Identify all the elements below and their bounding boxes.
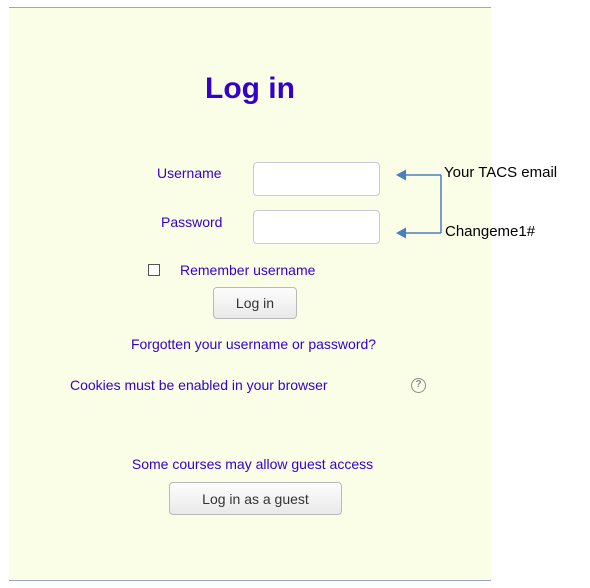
- login-as-guest-button[interactable]: Log in as a guest: [169, 482, 342, 515]
- guest-access-notice: Some courses may allow guest access: [131, 456, 374, 472]
- cookies-notice: Cookies must be enabled in your browser: [70, 377, 328, 393]
- page-title: Log in: [205, 72, 295, 105]
- arrow-left-icon: [396, 169, 441, 181]
- arrow-left-icon: [396, 227, 441, 239]
- username-label: Username: [157, 165, 222, 181]
- username-input[interactable]: [253, 162, 380, 196]
- remember-username-label: Remember username: [180, 262, 316, 278]
- remember-username-checkbox[interactable]: [148, 264, 160, 276]
- password-label: Password: [161, 214, 223, 230]
- question-circle-icon[interactable]: ?: [411, 378, 426, 393]
- forgot-password-link[interactable]: Forgotten your username or password?: [0, 336, 507, 352]
- password-input[interactable]: [253, 210, 380, 244]
- login-button[interactable]: Log in: [213, 287, 297, 319]
- username-hint-annotation: Your TACS email: [444, 164, 558, 181]
- annotation-arrows: [396, 169, 442, 239]
- password-hint-annotation: Changeme1#: [445, 223, 536, 240]
